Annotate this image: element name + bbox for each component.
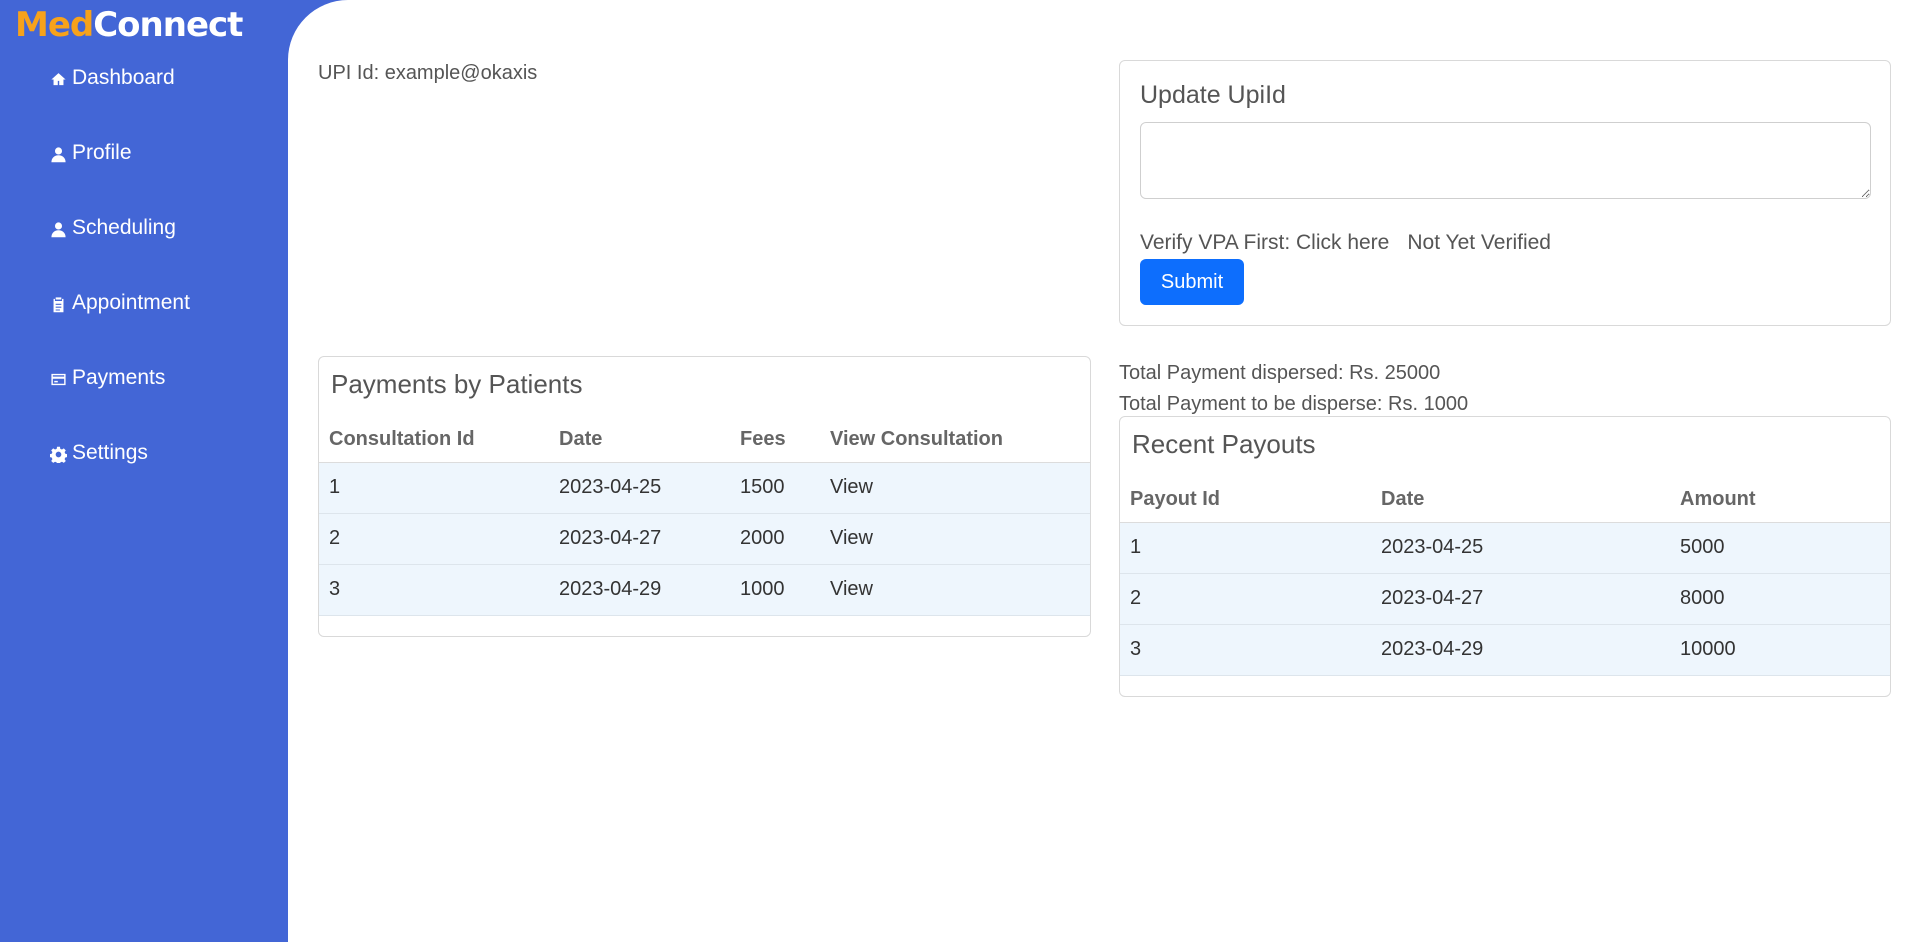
patients-table: Consultation Id Date Fees View Consultat…	[319, 417, 1090, 616]
logo[interactable]: MedConnect	[15, 2, 243, 48]
column-header: View Consultation	[820, 417, 1090, 463]
sidebar-item-label: Profile	[72, 141, 132, 164]
upi-id-text: UPI Id: example@okaxis	[318, 62, 538, 84]
sidebar: MedConnect Dashboard Profile Scheduling …	[0, 0, 288, 942]
sidebar-item-dashboard[interactable]: Dashboard	[48, 60, 190, 135]
payout-id-cell: 2	[1120, 573, 1371, 625]
payout-id-cell: 3	[1120, 624, 1371, 676]
view-consultation-link[interactable]: View	[820, 564, 1090, 616]
main-content: UPI Id: example@okaxis Update UpiId Veri…	[288, 0, 1920, 942]
sidebar-item-label: Scheduling	[72, 216, 176, 239]
sidebar-item-label: Dashboard	[72, 66, 175, 89]
date-cell: 2023-04-25	[1371, 522, 1670, 574]
sidebar-item-label: Settings	[72, 441, 148, 464]
date-cell: 2023-04-27	[549, 513, 730, 565]
date-cell: 2023-04-27	[1371, 573, 1670, 625]
date-cell: 2023-04-25	[549, 462, 730, 514]
table-row: 2 2023-04-27 8000	[1120, 573, 1890, 625]
date-cell: 2023-04-29	[549, 564, 730, 616]
fees-cell: 1500	[730, 462, 820, 514]
column-header: Consultation Id	[319, 417, 549, 463]
sidebar-item-profile[interactable]: Profile	[48, 135, 190, 210]
verify-vpa-link[interactable]: Verify VPA First: Click here	[1140, 231, 1389, 254]
consultation-id-cell: 3	[319, 564, 549, 616]
table-row: 3 2023-04-29 1000 View	[319, 564, 1090, 616]
recent-payouts-card: Recent Payouts Payout Id Date Amount 1 2…	[1119, 416, 1891, 697]
column-header: Amount	[1670, 477, 1890, 523]
payments-by-patients-card: Payments by Patients Consultation Id Dat…	[318, 356, 1091, 637]
amount-cell: 8000	[1670, 573, 1890, 625]
logo-med: Med	[15, 5, 94, 45]
sidebar-item-appointment[interactable]: Appointment	[48, 285, 190, 360]
column-header: Fees	[730, 417, 820, 463]
sidebar-item-label: Appointment	[72, 291, 190, 314]
payments-by-patients-title: Payments by Patients	[331, 369, 583, 399]
amount-cell: 10000	[1670, 624, 1890, 676]
table-row: 1 2023-04-25 5000	[1120, 522, 1890, 574]
fees-cell: 1000	[730, 564, 820, 616]
consultation-id-cell: 2	[319, 513, 549, 565]
column-header: Date	[1371, 477, 1670, 523]
column-header: Payout Id	[1120, 477, 1371, 523]
update-upi-card: Update UpiId Verify VPA First: Click her…	[1119, 60, 1891, 326]
submit-button[interactable]: Submit	[1140, 259, 1244, 305]
column-header: Date	[549, 417, 730, 463]
amount-cell: 5000	[1670, 522, 1890, 574]
sidebar-item-scheduling[interactable]: Scheduling	[48, 210, 190, 285]
logo-connect: Connect	[93, 5, 243, 45]
user-icon	[48, 219, 68, 239]
home-icon	[48, 69, 68, 89]
total-dispersed: Total Payment dispersed: Rs. 25000	[1119, 362, 1441, 384]
table-row: 2 2023-04-27 2000 View	[319, 513, 1090, 565]
view-consultation-link[interactable]: View	[820, 462, 1090, 514]
credit-card-icon	[48, 369, 68, 389]
verification-status: Not Yet Verified	[1407, 231, 1551, 254]
upi-id-input[interactable]	[1140, 122, 1871, 199]
sidebar-nav: Dashboard Profile Scheduling Appointment…	[48, 60, 190, 510]
payouts-table: Payout Id Date Amount 1 2023-04-25 5000 …	[1120, 477, 1890, 676]
sidebar-item-payments[interactable]: Payments	[48, 360, 190, 435]
sidebar-item-label: Payments	[72, 366, 166, 389]
recent-payouts-title: Recent Payouts	[1132, 429, 1316, 459]
payment-totals: Total Payment dispersed: Rs. 25000 Total…	[1119, 358, 1468, 420]
table-header-row: Consultation Id Date Fees View Consultat…	[319, 417, 1090, 463]
table-header-row: Payout Id Date Amount	[1120, 477, 1890, 523]
date-cell: 2023-04-29	[1371, 624, 1670, 676]
view-consultation-link[interactable]: View	[820, 513, 1090, 565]
gear-icon	[48, 444, 68, 464]
payout-id-cell: 1	[1120, 522, 1371, 574]
table-row: 3 2023-04-29 10000	[1120, 624, 1890, 676]
sidebar-item-settings[interactable]: Settings	[48, 435, 190, 510]
verify-row: Verify VPA First: Click here Not Yet Veri…	[1140, 231, 1551, 255]
user-icon	[48, 144, 68, 164]
table-row: 1 2023-04-25 1500 View	[319, 462, 1090, 514]
update-upi-title: Update UpiId	[1140, 81, 1286, 109]
clipboard-icon	[48, 294, 68, 314]
fees-cell: 2000	[730, 513, 820, 565]
consultation-id-cell: 1	[319, 462, 549, 514]
